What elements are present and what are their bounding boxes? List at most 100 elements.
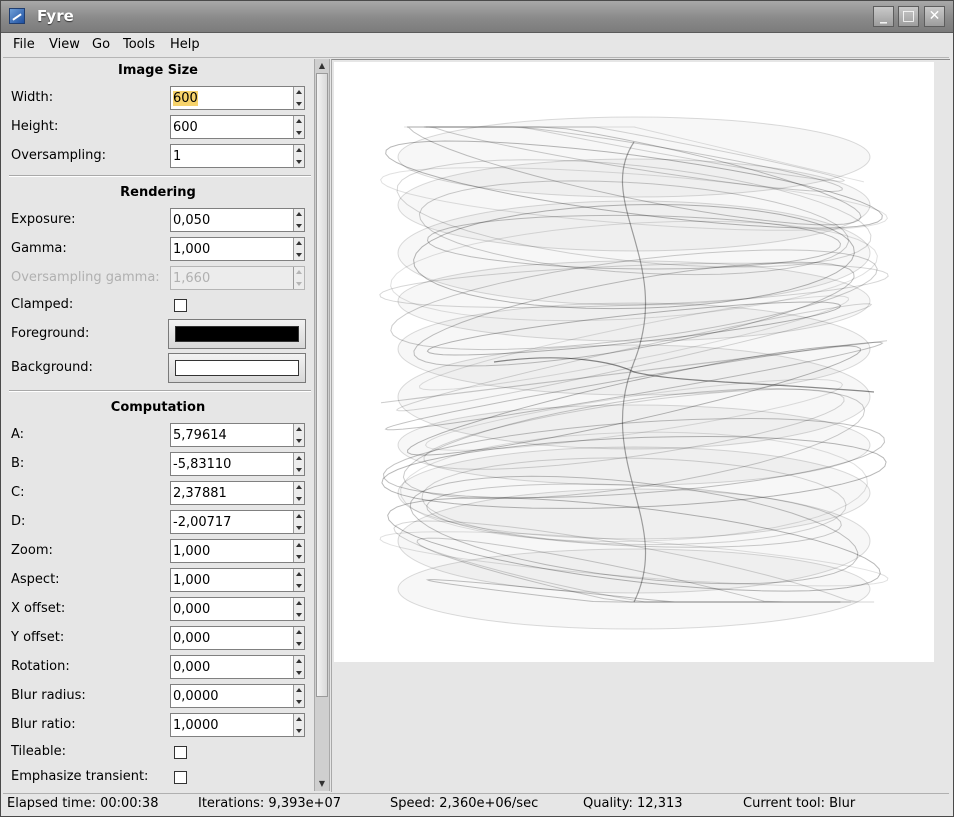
- menu-help[interactable]: Help: [170, 37, 200, 52]
- menu-tools[interactable]: Tools: [123, 37, 155, 52]
- menu-file[interactable]: File: [13, 37, 35, 52]
- clamped-checkbox[interactable]: [174, 299, 187, 312]
- blur-ratio-spin-arrows-icon[interactable]: [293, 714, 304, 736]
- param-d-label: D:: [11, 514, 26, 529]
- status-iterations: Iterations: 9,393e+07: [198, 796, 342, 811]
- menu-view[interactable]: View: [49, 37, 80, 52]
- background-color-swatch: [175, 360, 299, 376]
- exposure-spinbox[interactable]: 0,050: [170, 208, 305, 232]
- param-c-value[interactable]: 2,37881: [173, 486, 227, 501]
- height-value[interactable]: 600: [173, 120, 198, 135]
- oversampling-spinbox[interactable]: 1: [170, 144, 305, 168]
- x-offset-spinbox[interactable]: 0,000: [170, 597, 305, 621]
- scrollbar-thumb[interactable]: [316, 73, 328, 697]
- x-offset-spin-arrows-icon[interactable]: [293, 598, 304, 620]
- rotation-label: Rotation:: [11, 659, 70, 674]
- rotation-spin-arrows-icon[interactable]: [293, 656, 304, 678]
- param-c-spinbox[interactable]: 2,37881: [170, 481, 305, 505]
- emphasize-transient-label: Emphasize transient:: [11, 769, 149, 784]
- height-spin-arrows-icon[interactable]: [293, 116, 304, 138]
- rendered-image-canvas[interactable]: [334, 62, 934, 662]
- y-offset-value[interactable]: 0,000: [173, 631, 210, 646]
- blur-radius-value[interactable]: 0,0000: [173, 689, 219, 704]
- param-c-spin-arrows-icon[interactable]: [293, 482, 304, 504]
- section-image-size-title: Image Size: [117, 63, 198, 78]
- param-a-spin-arrows-icon[interactable]: [293, 424, 304, 446]
- minimize-button[interactable]: _: [873, 6, 894, 27]
- attractor-image: [379, 116, 889, 630]
- zoom-value[interactable]: 1,000: [173, 544, 210, 559]
- param-d-spinbox[interactable]: -2,00717: [170, 510, 305, 534]
- width-label: Width:: [11, 90, 54, 105]
- width-spinbox[interactable]: 600: [170, 86, 305, 110]
- param-b-value[interactable]: -5,83110: [173, 457, 231, 472]
- foreground-color-swatch: [175, 326, 299, 342]
- foreground-label: Foreground:: [11, 326, 90, 341]
- oversampling-value[interactable]: 1: [173, 149, 181, 164]
- y-offset-spin-arrows-icon[interactable]: [293, 627, 304, 649]
- window-title: Fyre: [37, 7, 74, 25]
- blur-radius-spinbox[interactable]: 0,0000: [170, 684, 305, 708]
- attractor-curve: [397, 548, 871, 630]
- section-divider: [9, 390, 311, 392]
- menu-bar: File View Go Tools Help: [3, 33, 949, 58]
- blur-radius-spin-arrows-icon[interactable]: [293, 685, 304, 707]
- param-b-spinbox[interactable]: -5,83110: [170, 452, 305, 476]
- y-offset-spinbox[interactable]: 0,000: [170, 626, 305, 650]
- exposure-value[interactable]: 0,050: [173, 213, 210, 228]
- exposure-spin-arrows-icon[interactable]: [293, 209, 304, 231]
- sidebar-scrollbar[interactable]: ▲ ▼: [314, 59, 330, 791]
- gamma-spinbox[interactable]: 1,000: [170, 237, 305, 261]
- height-spinbox[interactable]: 600: [170, 115, 305, 139]
- oversampling-gamma-spinbox: 1,660: [170, 266, 305, 290]
- tileable-label: Tileable:: [11, 744, 66, 759]
- scroll-up-arrow-icon[interactable]: ▲: [315, 59, 329, 73]
- x-offset-value[interactable]: 0,000: [173, 602, 210, 617]
- oversampling-spin-arrows-icon[interactable]: [293, 145, 304, 167]
- param-a-label: A:: [11, 427, 25, 442]
- aspect-spin-arrows-icon[interactable]: [293, 569, 304, 591]
- title-bar[interactable]: Fyre _ □ ✕: [1, 1, 953, 33]
- oversampling-gamma-label: Oversampling gamma:: [11, 270, 160, 285]
- maximize-button[interactable]: □: [898, 6, 919, 27]
- gamma-spin-arrows-icon[interactable]: [293, 238, 304, 260]
- aspect-spinbox[interactable]: 1,000: [170, 568, 305, 592]
- close-button[interactable]: ✕: [924, 6, 945, 27]
- status-bar: Elapsed time: 00:00:38 Iterations: 9,393…: [3, 793, 949, 814]
- oversampling-gamma-spin-arrows-icon: [293, 267, 304, 289]
- section-rendering-title: Rendering: [120, 185, 196, 200]
- zoom-label: Zoom:: [11, 543, 53, 558]
- foreground-color-button[interactable]: [168, 319, 306, 349]
- rotation-spinbox[interactable]: 0,000: [170, 655, 305, 679]
- render-view: [331, 59, 950, 792]
- param-a-value[interactable]: 5,79614: [173, 428, 227, 443]
- scroll-down-arrow-icon[interactable]: ▼: [315, 777, 329, 791]
- gamma-value[interactable]: 1,000: [173, 242, 210, 257]
- param-c-label: C:: [11, 485, 25, 500]
- param-a-spinbox[interactable]: 5,79614: [170, 423, 305, 447]
- width-spin-arrows-icon[interactable]: [293, 87, 304, 109]
- background-color-button[interactable]: [168, 353, 306, 383]
- blur-ratio-value[interactable]: 1,0000: [173, 718, 219, 733]
- minimize-icon: _: [880, 8, 887, 24]
- zoom-spin-arrows-icon[interactable]: [293, 540, 304, 562]
- close-icon: ✕: [928, 8, 941, 24]
- aspect-label: Aspect:: [11, 572, 60, 587]
- y-offset-label: Y offset:: [11, 630, 65, 645]
- section-divider: [9, 175, 311, 177]
- menu-go[interactable]: Go: [92, 37, 110, 52]
- oversampling-label: Oversampling:: [11, 148, 107, 163]
- param-d-spin-arrows-icon[interactable]: [293, 511, 304, 533]
- status-quality: Quality: 12,313: [583, 796, 683, 811]
- fyre-app-icon[interactable]: [9, 8, 25, 24]
- aspect-value[interactable]: 1,000: [173, 573, 210, 588]
- blur-ratio-spinbox[interactable]: 1,0000: [170, 713, 305, 737]
- rotation-value[interactable]: 0,000: [173, 660, 210, 675]
- param-d-value[interactable]: -2,00717: [173, 515, 231, 530]
- emphasize-transient-checkbox[interactable]: [174, 771, 187, 784]
- zoom-spinbox[interactable]: 1,000: [170, 539, 305, 563]
- tileable-checkbox[interactable]: [174, 746, 187, 759]
- oversampling-gamma-value: 1,660: [173, 271, 211, 286]
- param-b-spin-arrows-icon[interactable]: [293, 453, 304, 475]
- width-value[interactable]: 600: [173, 91, 198, 106]
